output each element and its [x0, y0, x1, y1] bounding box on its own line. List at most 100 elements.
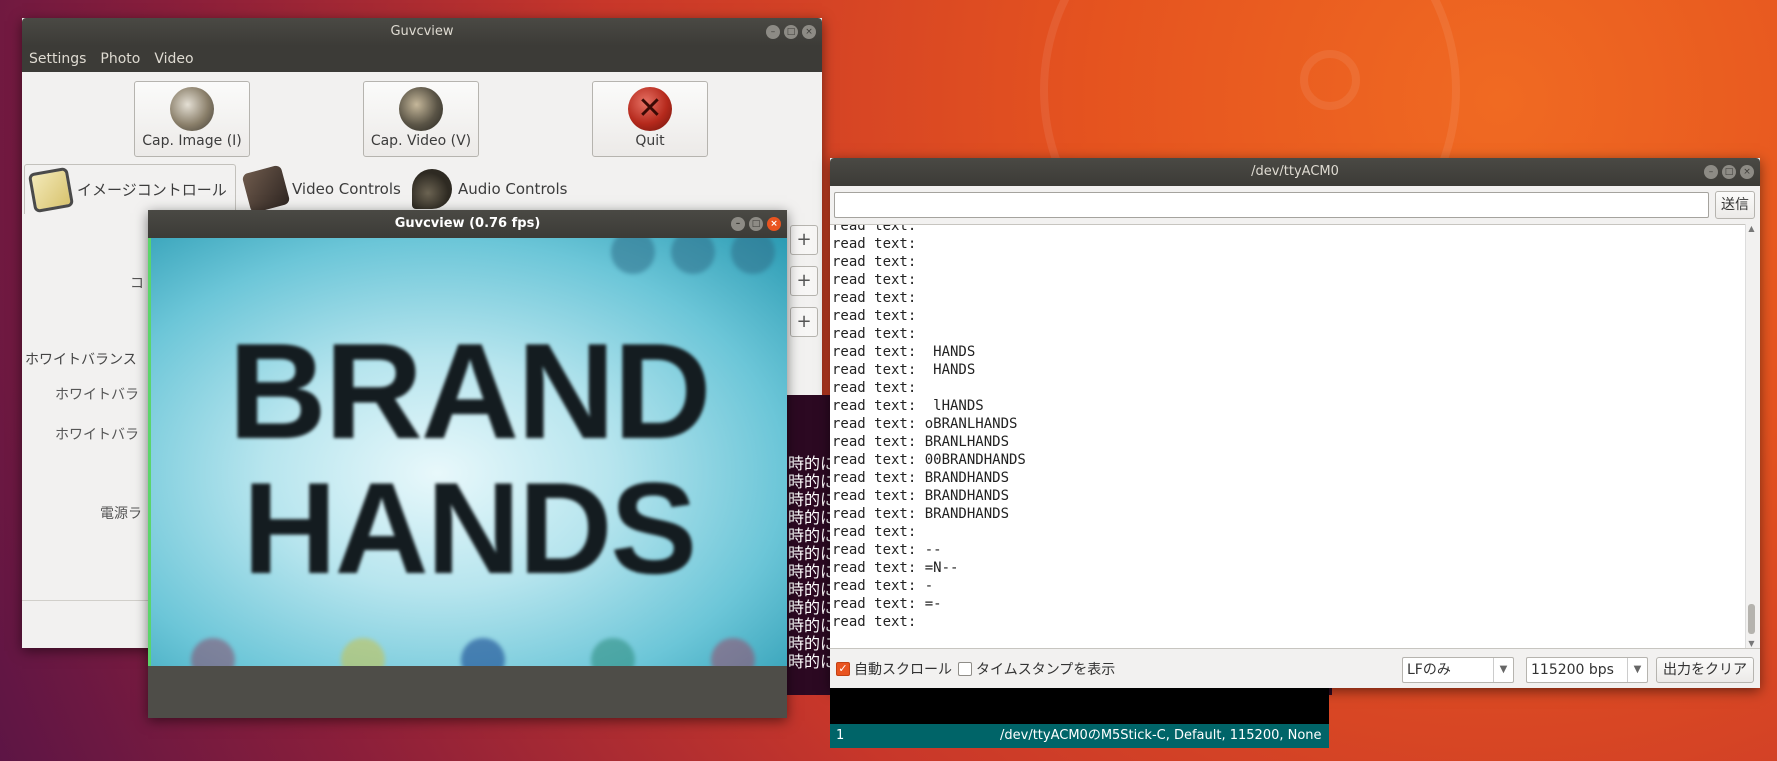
tab-image-controls[interactable]: イメージコントロール — [24, 164, 236, 214]
minimize-icon[interactable]: – — [766, 25, 780, 39]
chevron-down-icon: ▼ — [1493, 658, 1513, 682]
serial-output-line: read text: BRANLHANDS — [832, 434, 1010, 450]
increment-button[interactable]: + — [790, 266, 818, 296]
maximize-icon[interactable]: □ — [1722, 165, 1736, 179]
autoscroll-checkbox[interactable]: ✓ — [836, 661, 850, 676]
quit-button[interactable]: ✕ Quit — [592, 81, 708, 157]
serial-output-line: read text: HANDS — [832, 344, 976, 360]
serial-title: /dev/ttyACM0 — [1251, 164, 1339, 179]
video-camera-icon — [399, 87, 443, 131]
blurred-dot — [671, 238, 715, 274]
close-icon[interactable]: × — [1740, 165, 1754, 179]
control-label: 電源ラ — [100, 506, 142, 522]
serial-output-line: read text: lHANDS — [832, 398, 984, 414]
close-icon[interactable]: × — [767, 217, 781, 231]
tab-video-controls[interactable]: Video Controls — [240, 164, 402, 214]
quit-label: Quit — [635, 133, 665, 149]
serial-output-line: read text: =- — [832, 596, 942, 612]
menu-photo[interactable]: Photo — [98, 51, 142, 67]
scroll-up-icon[interactable]: ▲ — [1746, 224, 1757, 233]
control-tabs: イメージコントロール Video Controls Audio Controls — [22, 164, 822, 214]
preview-titlebar[interactable]: Guvcview (0.76 fps) – □ × — [148, 210, 787, 238]
tab-video-controls-label: Video Controls — [292, 180, 401, 198]
blurred-dot — [341, 638, 385, 666]
serial-output-line: read text: — [832, 308, 917, 324]
serial-output-line: read text: oBRANLHANDS — [832, 416, 1018, 432]
timestamp-label: タイムスタンプを表示 — [976, 661, 1116, 678]
control-label: ホワイトバラ — [55, 427, 139, 443]
autoscroll-label: 自動スクロール — [854, 661, 952, 678]
serial-output-line: read text: BRANDHANDS — [832, 506, 1010, 522]
maximize-icon[interactable]: □ — [749, 217, 763, 231]
scroll-down-icon[interactable]: ▼ — [1746, 639, 1757, 648]
arduino-status-bar: 1 /dev/ttyACM0のM5Stick-C, Default, 11520… — [830, 724, 1329, 748]
maximize-icon[interactable]: □ — [784, 25, 798, 39]
serial-options-bar: ✓ 自動スクロール タイムスタンプを表示 LFのみ ▼ 115200 bps ▼… — [830, 648, 1760, 688]
preview-title: Guvcview (0.76 fps) — [394, 216, 541, 231]
control-label: ホワイトバラ — [55, 387, 139, 403]
close-icon[interactable]: × — [802, 25, 816, 39]
control-label: コ — [130, 276, 144, 292]
image-text-hands: HANDS — [242, 455, 697, 601]
baud-rate-value: 115200 bps — [1531, 662, 1614, 678]
timestamp-checkbox[interactable] — [958, 661, 972, 676]
serial-output-line: read text: — [832, 524, 917, 540]
quit-icon: ✕ — [628, 87, 672, 131]
cap-image-button[interactable]: Cap. Image (I) — [134, 81, 250, 157]
blurred-dot — [591, 638, 635, 666]
tab-image-controls-label: イメージコントロール — [77, 181, 227, 199]
serial-output-line: read text: BRANDHANDS — [832, 488, 1010, 504]
line-ending-value: LFのみ — [1407, 662, 1451, 678]
serial-output: read text: read text: read text: read text:… — [830, 224, 1745, 648]
increment-button[interactable]: + — [790, 307, 818, 337]
serial-output-line: read text: — [832, 254, 917, 270]
chevron-down-icon: ▼ — [1627, 658, 1647, 682]
status-board-info: /dev/ttyACM0のM5Stick-C, Default, 115200,… — [1000, 728, 1322, 743]
camera-preview-image: BRAND HANDS — [148, 238, 787, 666]
serial-output-line: read text: -- — [832, 542, 942, 558]
control-label: ホワイトバランス — [25, 352, 137, 368]
serial-titlebar[interactable]: /dev/ttyACM0 – □ × — [830, 158, 1760, 186]
serial-output-line: read text: — [832, 272, 917, 288]
menu-video[interactable]: Video — [152, 51, 195, 67]
cap-image-label: Cap. Image (I) — [142, 133, 242, 149]
blurred-dot — [191, 638, 235, 666]
minimize-icon[interactable]: – — [731, 217, 745, 231]
clear-output-button[interactable]: 出力をクリア — [1656, 657, 1754, 683]
tab-audio-controls[interactable]: Audio Controls — [406, 164, 576, 214]
window-controls: – □ × — [731, 217, 781, 231]
minimize-icon[interactable]: – — [1704, 165, 1718, 179]
menu-settings[interactable]: Settings — [27, 51, 88, 67]
camera-icon — [170, 87, 214, 131]
image-text-brand: BRAND — [228, 315, 711, 467]
scrollbar-thumb[interactable] — [1748, 604, 1755, 634]
image-controls-icon — [27, 166, 75, 213]
blurred-dot — [611, 238, 655, 274]
blurred-dot — [731, 238, 775, 274]
serial-output-line: read text: — [832, 236, 917, 252]
baud-rate-select[interactable]: 115200 bps ▼ — [1526, 657, 1648, 683]
wallpaper-ring-small — [1300, 50, 1360, 110]
menubar: Settings Photo Video — [22, 46, 822, 72]
serial-output-line: read text: =N-- — [832, 560, 959, 576]
blurred-dot — [461, 638, 505, 666]
window-title: Guvcview — [390, 24, 454, 39]
increment-button[interactable]: + — [790, 225, 818, 255]
serial-send-input[interactable] — [834, 192, 1709, 218]
film-icon — [241, 164, 291, 214]
microphone-icon — [412, 169, 452, 209]
tab-audio-controls-label: Audio Controls — [458, 180, 568, 198]
serial-monitor-window: /dev/ttyACM0 – □ × 送信 read text: read tex… — [830, 158, 1760, 688]
vertical-scrollbar[interactable]: ▲ ▼ — [1745, 224, 1757, 648]
serial-output-line: read text: — [832, 326, 917, 342]
send-button[interactable]: 送信 — [1715, 191, 1755, 219]
serial-output-line: read text: — [832, 614, 917, 630]
guvcview-main-titlebar[interactable]: Guvcview – □ × — [22, 18, 822, 46]
arduino-console — [830, 688, 1329, 724]
serial-output-line: read text: BRANDHANDS — [832, 470, 1010, 486]
guvcview-preview-window: Guvcview (0.76 fps) – □ × BRAND HANDS — [148, 210, 787, 718]
cap-video-button[interactable]: Cap. Video (V) — [363, 81, 479, 157]
serial-output-line: read text: — [832, 224, 917, 234]
window-controls: – □ × — [766, 25, 816, 39]
line-ending-select[interactable]: LFのみ ▼ — [1402, 657, 1514, 683]
